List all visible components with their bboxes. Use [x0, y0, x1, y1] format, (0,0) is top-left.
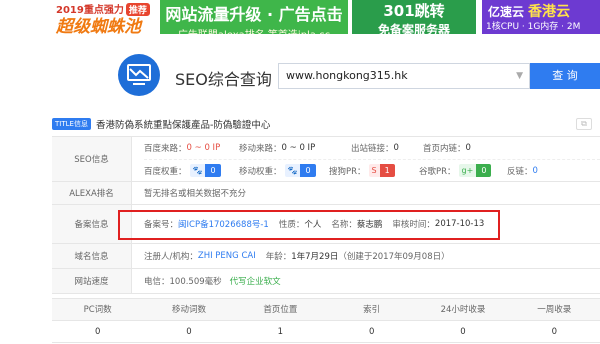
alexa-text: 暂无排名或相关数据不充分: [144, 189, 247, 199]
backlinks-label: 反链：: [507, 166, 533, 177]
registrant-label: 注册人/机构：: [144, 252, 198, 262]
ad-line1: 网站流量升级 · 广告点击: [165, 5, 343, 24]
hk-cloud-label: 香港云: [528, 4, 571, 20]
paw-icon: 🐾: [189, 164, 206, 177]
telecom-speed: 电信：100.509毫秒: [144, 277, 222, 287]
ad-line2: 免备案服务器: [377, 23, 450, 34]
title-info-bar: TITLE信息 香港防偽系統重點保護產品-防偽驗證中心 ⧉: [0, 114, 600, 136]
domain-age-value: 1年7月29日: [291, 252, 339, 262]
ad-line1: 301跳转: [383, 2, 445, 20]
ad-spider-pool[interactable]: 2019重点强力 推荐 超级蜘蛛池: [50, 0, 158, 34]
row-label: ALEXA排名: [52, 182, 132, 204]
value-week-indexed[interactable]: 0: [509, 321, 600, 342]
keyword-stats-table: PC词数 移动词数 首页位置 索引 24小时收录 一周收录 0 0 1 0 0 …: [52, 298, 600, 343]
header: SEO综合查询 www.hongkong315.hk ▼ 查 询: [0, 52, 600, 104]
registrant-link[interactable]: ZHI PENG CAI: [198, 251, 256, 261]
brand-name: 亿速云: [488, 5, 525, 19]
seo-monitor-icon[interactable]: [118, 54, 160, 96]
ad-traffic[interactable]: 网站流量升级 · 广告点击 广告联盟alexa排名 等首选ipla.cc: [160, 0, 348, 34]
google-pr-label: 谷歌PR：: [419, 166, 456, 177]
header-home-position: 首页位置: [263, 305, 298, 315]
header-mobile-words: 移动词数: [171, 305, 206, 315]
ad-301-redirect[interactable]: 301跳转 免备案服务器: [352, 0, 476, 34]
title-info-badge: TITLE信息: [52, 118, 91, 130]
sogou-pr-label: 搜狗PR：: [329, 166, 366, 177]
outlinks-value[interactable]: 0: [394, 143, 399, 153]
ad-line2: 1核CPU · 1G内存 · 2M: [486, 22, 581, 32]
row-label: 网站速度: [52, 269, 132, 293]
ad-banner-strip: 2019重点强力推荐 超级蜘蛛池 网站流量升级 · 广告点击 广告联盟alexa…: [0, 0, 600, 38]
domain-row: 域名信息 注册人/机构： ZHI PENG CAI 年龄： 1年7月29日 （创建于2…: [52, 244, 600, 269]
domain-created-date: （创建于2017年09月08日）: [338, 252, 450, 262]
trend-line-icon: [129, 68, 149, 79]
baidu-weight-badge[interactable]: 🐾 0: [189, 164, 221, 177]
icp-highlight-box: [118, 210, 500, 240]
sogou-icon: S: [368, 164, 380, 177]
paw-icon: 🐾: [284, 164, 301, 177]
copy-icon[interactable]: ⧉: [576, 118, 592, 130]
stats-header-row: PC词数 移动词数 首页位置 索引 24小时收录 一周收录: [52, 299, 600, 321]
header-24h-indexed: 24小时收录: [440, 305, 486, 315]
search-button[interactable]: 查 询: [530, 63, 600, 89]
sogou-pr-badge[interactable]: S1: [368, 164, 395, 177]
header-week-indexed: 一周收录: [537, 305, 572, 315]
ad-line2: 广告联盟alexa排名 等首选ipla.cc: [160, 26, 348, 34]
ad-yisuyun[interactable]: 亿速云 香港云 1核CPU · 1G内存 · 2M: [482, 0, 600, 34]
value-index[interactable]: 0: [326, 321, 417, 342]
ad-text-link[interactable]: 代写企业软文: [230, 275, 281, 287]
home-internal-label: 首页内链：: [423, 144, 466, 154]
domain-search-input[interactable]: www.hongkong315.hk ▼: [278, 63, 530, 89]
alexa-row: ALEXA排名 暂无排名或相关数据不充分: [52, 182, 600, 205]
mobile-traffic-label: 移动来路：: [239, 144, 282, 154]
seo-info-row: SEO信息 百度来路： 0 ~ 0 IP 移动来路： 0 ~ 0 IP 出站链接： 0…: [52, 137, 600, 182]
mobile-traffic-value[interactable]: 0 ~ 0 IP: [282, 143, 316, 153]
mobile-weight-label: 移动权重：: [239, 166, 282, 177]
page-title-text: 香港防偽系統重點保護產品-防偽驗證中心: [96, 120, 271, 131]
stats-value-row: 0 0 1 0 0 0: [52, 321, 600, 343]
age-label: 年龄：: [265, 252, 292, 262]
google-icon: g+: [458, 164, 477, 177]
value-24h-indexed[interactable]: 0: [417, 321, 508, 342]
page-title: SEO综合查询: [175, 70, 272, 89]
header-pc-words: PC词数: [83, 305, 112, 315]
outlinks-label: 出站链接：: [351, 144, 394, 154]
ad-line2: 超级蜘蛛池: [56, 17, 141, 34]
search-input-value: www.hongkong315.hk: [286, 69, 408, 82]
home-internal-value[interactable]: 0: [466, 143, 471, 153]
row-label: SEO信息: [52, 137, 132, 181]
value-pc-words[interactable]: 0: [52, 321, 143, 342]
mobile-weight-badge[interactable]: 🐾 0: [284, 164, 316, 177]
backlinks-value[interactable]: 0: [533, 166, 538, 176]
chevron-down-icon[interactable]: ▼: [516, 64, 523, 88]
row-label: 域名信息: [52, 244, 132, 268]
speed-row: 网站速度 电信：100.509毫秒 代写企业软文: [52, 269, 600, 294]
value-home-position[interactable]: 1: [235, 321, 326, 342]
google-pr-badge[interactable]: g+ 0: [458, 164, 492, 177]
value-mobile-words[interactable]: 0: [143, 321, 234, 342]
header-index: 索引: [363, 305, 381, 315]
baidu-weight-label: 百度权重：: [144, 166, 187, 177]
baidu-traffic-label: 百度来路：: [144, 144, 187, 154]
baidu-traffic-value[interactable]: 0 ~ 0 IP: [187, 143, 221, 153]
